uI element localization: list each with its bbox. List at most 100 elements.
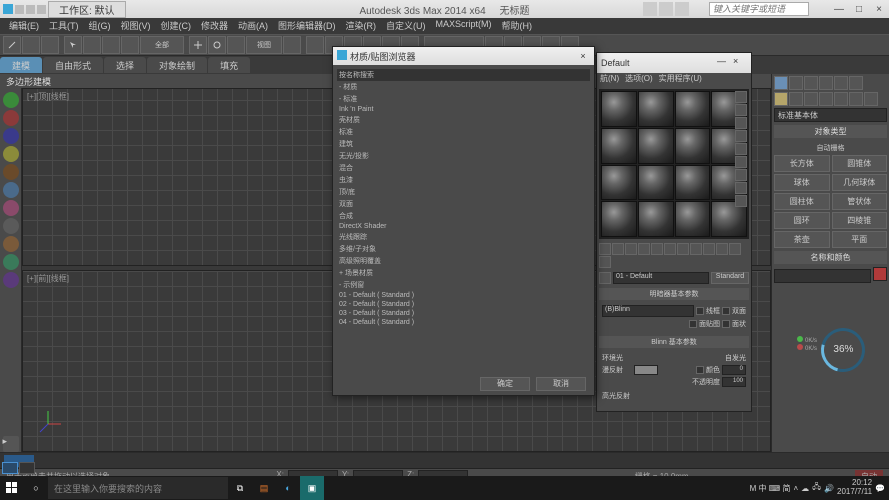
notification-icon[interactable]: 💬 [875, 484, 885, 493]
sample-slot[interactable] [675, 128, 711, 164]
tree-item[interactable]: 02 - Default ( Standard ) [337, 300, 590, 309]
tree-item[interactable]: 标准 [337, 126, 590, 138]
helpers-cat-icon[interactable] [834, 92, 848, 106]
tree-item[interactable]: 合成 [337, 210, 590, 222]
cortana-icon[interactable]: ○ [24, 476, 48, 500]
assign-to-sel-icon[interactable] [625, 243, 637, 255]
hierarchy-tab-icon[interactable] [804, 76, 818, 90]
med-menu-nav[interactable]: 航(N) [600, 73, 619, 87]
object-name-input[interactable] [774, 269, 871, 283]
facemap-checkbox[interactable] [689, 320, 697, 328]
make-copy-icon[interactable] [651, 243, 663, 255]
tab-freeform[interactable]: 自由形式 [43, 57, 103, 73]
geosphere-button[interactable]: 几何球体 [832, 174, 888, 191]
med-menu-utilities[interactable]: 实用程序(U) [659, 73, 702, 87]
window-crossing-icon[interactable] [121, 36, 139, 54]
shader-dropdown[interactable]: (B)Blinn [602, 305, 694, 317]
tree-item[interactable]: 无光/投影 [337, 150, 590, 162]
tree-item[interactable]: 04 - Default ( Standard ) [337, 318, 590, 327]
create-tab-icon[interactable] [774, 76, 788, 90]
menu-animation[interactable]: 动画(A) [233, 18, 273, 34]
tree-item[interactable]: + 场景材质 [337, 267, 590, 279]
opacity-spinner[interactable]: 100 [722, 377, 746, 387]
material-tree[interactable]: 按名称搜索 - 材质 - 标准 Ink 'n Paint 壳材质 标准 建筑 无… [333, 65, 594, 331]
mat-id-icon[interactable] [690, 243, 702, 255]
sample-slot[interactable] [638, 91, 674, 127]
blinn-params-rollout[interactable]: Blinn 基本参数 [599, 336, 749, 348]
utilities-tab-icon[interactable] [849, 76, 863, 90]
sample-uv-icon[interactable] [735, 130, 747, 142]
select-name-icon[interactable] [83, 36, 101, 54]
menu-modifiers[interactable]: 修改器 [196, 18, 233, 34]
cancel-button[interactable]: 取消 [536, 377, 586, 391]
filter-dropdown[interactable]: 全部 [140, 36, 184, 54]
taskbar-clock[interactable]: 20:12 2017/7/11 [837, 479, 872, 497]
show-end-icon[interactable] [716, 243, 728, 255]
plane-button[interactable]: 平面 [832, 231, 888, 248]
manipulate-icon[interactable] [306, 36, 324, 54]
name-color-rollout[interactable]: 名称和颜色 [774, 251, 887, 264]
show-map-icon[interactable] [703, 243, 715, 255]
sample-slot[interactable] [638, 201, 674, 237]
faceted-checkbox[interactable] [722, 320, 730, 328]
tree-item[interactable]: 多维/子对象 [337, 243, 590, 255]
color-checkbox[interactable] [696, 366, 704, 374]
maximize-button[interactable]: □ [849, 0, 869, 18]
tree-search-field[interactable]: 按名称搜索 [337, 69, 590, 81]
autogrid-checkbox[interactable]: 自动栅格 [774, 141, 887, 155]
sample-type-icon[interactable] [735, 91, 747, 103]
torus-button[interactable]: 圆环 [774, 212, 830, 229]
infocenter-help-icon[interactable] [675, 2, 689, 16]
subcategory-dropdown[interactable]: 标准基本体 [774, 108, 887, 122]
sphere-button[interactable]: 球体 [774, 174, 830, 191]
video-check-icon[interactable] [735, 143, 747, 155]
select-region-icon[interactable] [102, 36, 120, 54]
make-unique-icon[interactable] [664, 243, 676, 255]
pyramid-button[interactable]: 四棱锥 [832, 212, 888, 229]
select-link-icon[interactable] [3, 36, 21, 54]
diffuse-swatch[interactable] [634, 365, 658, 375]
reset-map-icon[interactable] [638, 243, 650, 255]
menu-maxscript[interactable]: MAXScript(M) [431, 18, 497, 34]
tab-objectpaint[interactable]: 对象绘制 [147, 57, 207, 73]
tree-item[interactable]: 虫漆 [337, 174, 590, 186]
expand-icon[interactable]: ▸ [3, 436, 19, 452]
minimize-button[interactable]: — [829, 0, 849, 18]
select-icon[interactable] [64, 36, 82, 54]
med-minimize-button[interactable]: — [717, 56, 731, 70]
shader-params-rollout[interactable]: 明暗器基本参数 [599, 288, 749, 300]
sample-slot[interactable] [675, 165, 711, 201]
start-button[interactable] [0, 476, 24, 500]
infocenter-signin-icon[interactable] [643, 2, 657, 16]
nav-tool-icon-2[interactable] [3, 146, 19, 162]
viewport-layout-2[interactable] [19, 462, 35, 474]
sample-slot[interactable] [675, 201, 711, 237]
tray-network-icon[interactable]: 🖧 [812, 481, 821, 495]
shapes-cat-icon[interactable] [789, 92, 803, 106]
taskbar-search-input[interactable]: 在这里输入你要搜索的内容 [48, 477, 228, 499]
qat-redo-icon[interactable] [26, 5, 35, 14]
unlink-icon[interactable] [22, 36, 40, 54]
slots-layout-icon[interactable] [735, 195, 747, 207]
tree-item[interactable]: 01 - Default ( Standard ) [337, 291, 590, 300]
twoside-checkbox[interactable] [722, 307, 730, 315]
taskview-icon[interactable]: ⧉ [228, 476, 252, 500]
tube-button[interactable]: 管状体 [832, 193, 888, 210]
tree-item[interactable]: 光线跟踪 [337, 231, 590, 243]
put-to-scene-icon[interactable] [612, 243, 624, 255]
bind-icon[interactable] [41, 36, 59, 54]
teapot-button[interactable]: 茶壶 [774, 231, 830, 248]
sample-slot[interactable] [638, 128, 674, 164]
selfillum-spinner[interactable]: 0 [722, 365, 746, 375]
material-type-button[interactable]: Standard [711, 272, 749, 284]
get-material-icon[interactable] [599, 243, 611, 255]
space-warps-cat-icon[interactable] [849, 92, 863, 106]
select-by-mat-icon[interactable] [735, 182, 747, 194]
display-tab-icon[interactable] [834, 76, 848, 90]
nav-tool-icon-3[interactable] [3, 164, 19, 180]
infocenter-fav-icon[interactable] [659, 2, 673, 16]
menu-rendering[interactable]: 渲染(R) [341, 18, 382, 34]
menu-create[interactable]: 创建(C) [156, 18, 197, 34]
nav-tool-icon[interactable] [3, 128, 19, 144]
nav-tool-icon-9[interactable] [3, 272, 19, 288]
